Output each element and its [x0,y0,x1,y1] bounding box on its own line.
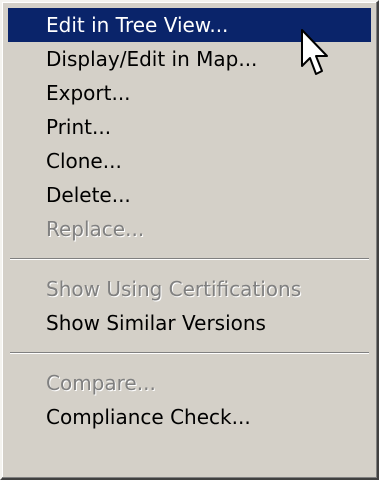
menu-separator [8,340,371,366]
menu-item-show-using-certifications: Show Using Certifications [46,277,302,301]
menu-item-export[interactable]: Export... [8,76,371,110]
menu-item-print[interactable]: Print... [8,110,371,144]
menu-item-compliance-check[interactable]: Compliance Check... [8,400,371,434]
menu-item-replace: Replace... [46,217,145,241]
arrow-cursor-icon [301,29,328,75]
menu-item-compare: Compare... [46,371,156,395]
menu-item-show-similar-versions[interactable]: Show Similar Versions [8,306,371,340]
menu-item-delete[interactable]: Delete... [8,178,371,212]
menu-item-clone[interactable]: Clone... [8,144,371,178]
menu-separator [8,246,371,272]
